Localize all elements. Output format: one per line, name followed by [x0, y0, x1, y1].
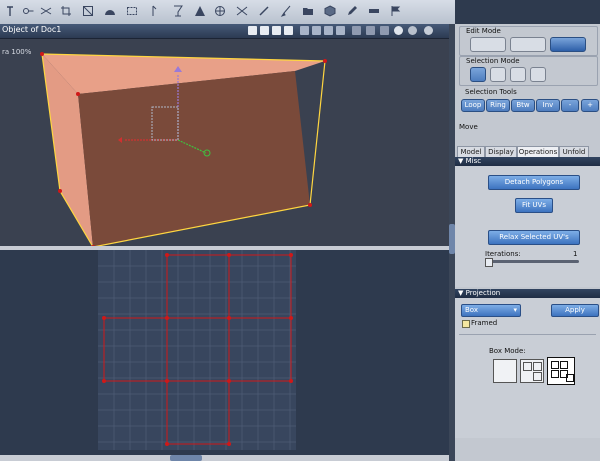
layout-quad-icon[interactable]: [284, 26, 293, 35]
goblet-icon[interactable]: [172, 5, 184, 17]
projection-section: Box ▾ Apply Framed Box Mode:: [455, 298, 600, 438]
shaded-icon[interactable]: [394, 26, 403, 35]
uv-edit-panel: Edit Mode Selection Mode Selection Tools…: [455, 24, 600, 461]
framed-checkbox[interactable]: [462, 320, 470, 328]
iterations-label: Iterations:: [485, 250, 521, 258]
projection-type-select[interactable]: Box ▾: [461, 304, 521, 317]
uv-canvas[interactable]: [0, 250, 449, 455]
point-select-icon[interactable]: [490, 67, 506, 82]
apply-button[interactable]: Apply: [551, 304, 599, 317]
misc-section-header[interactable]: ▼ Misc: [455, 157, 600, 166]
collapse-triangle-icon: ▼: [458, 157, 464, 165]
iterations-slider[interactable]: [485, 258, 579, 267]
viewport-title: Object of Doc1: [2, 25, 62, 34]
box-mode-grid-icon[interactable]: [547, 357, 575, 385]
scissors-icon[interactable]: [40, 5, 52, 17]
chevron-down-icon: ▾: [513, 306, 517, 314]
selection-mode-title: Selection Mode: [466, 57, 520, 65]
flag-icon[interactable]: [390, 5, 402, 17]
object-mode-icon[interactable]: [470, 37, 506, 52]
ruler-icon[interactable]: [368, 5, 380, 17]
mesh-mode-icon[interactable]: [550, 37, 586, 52]
relax-uvs-button[interactable]: Relax Selected UV's: [488, 230, 580, 245]
selection-icon[interactable]: [126, 5, 138, 17]
cube-icon[interactable]: [324, 5, 336, 17]
sphere-icon[interactable]: [408, 26, 417, 35]
selection-mode-group: Selection Mode: [459, 56, 598, 86]
invert-button[interactable]: Inv: [536, 99, 560, 112]
half-dome-icon[interactable]: [104, 5, 116, 17]
horizontal-scrollbar[interactable]: [0, 455, 449, 461]
key-icon[interactable]: [22, 5, 34, 17]
cone-icon[interactable]: [194, 5, 206, 17]
ring-button[interactable]: Ring: [486, 99, 510, 112]
detach-polygons-button[interactable]: Detach Polygons: [488, 175, 580, 190]
pencil-icon[interactable]: [346, 5, 358, 17]
edit-mode-group: Edit Mode: [459, 26, 598, 56]
loop-button[interactable]: Loop: [461, 99, 485, 112]
move-label: Move: [459, 123, 478, 131]
scroll-thumb[interactable]: [170, 455, 202, 461]
projection-title: Projection: [465, 289, 501, 297]
grow-button[interactable]: +: [581, 99, 599, 112]
box-mode-group: Box Mode:: [459, 334, 596, 435]
edge-select-icon[interactable]: [510, 67, 526, 82]
wire-icon[interactable]: [352, 26, 361, 35]
misc-section: Detach Polygons Fit UVs Relax Selected U…: [455, 166, 600, 287]
layout-triple-icon[interactable]: [272, 26, 281, 35]
iterations-value: 1: [573, 250, 578, 258]
box-mode-split-icon[interactable]: [520, 359, 544, 383]
collapse-triangle-icon: ▼: [458, 289, 464, 297]
folder-icon[interactable]: [302, 5, 314, 17]
projection-section-header[interactable]: ▼ Projection: [455, 289, 600, 298]
box-mode-label: Box Mode:: [489, 347, 526, 355]
framed-label: Framed: [471, 319, 498, 327]
box-icon[interactable]: [380, 26, 389, 35]
crop-icon[interactable]: [60, 5, 72, 17]
frame-icon[interactable]: [82, 5, 94, 17]
shrink-button[interactable]: -: [561, 99, 579, 112]
brush-icon[interactable]: [280, 5, 292, 17]
box-mode-single-icon[interactable]: [493, 359, 517, 383]
render-icon[interactable]: [424, 26, 433, 35]
light-icon[interactable]: [336, 26, 345, 35]
misc-title: Misc: [465, 157, 482, 165]
fit-uvs-button[interactable]: Fit UVs: [515, 198, 553, 213]
grid-icon[interactable]: [324, 26, 333, 35]
between-button[interactable]: Btw: [511, 99, 535, 112]
globe-icon[interactable]: [214, 5, 226, 17]
slider-handle[interactable]: [485, 258, 493, 267]
display-mode-icon[interactable]: [300, 26, 309, 35]
viewport-header: Object of Doc1: [0, 24, 455, 39]
projection-type-value: Box: [465, 306, 479, 314]
points-mode-icon[interactable]: [510, 37, 546, 52]
selection-tools-title: Selection Tools: [465, 88, 517, 96]
uv-view[interactable]: [0, 250, 449, 455]
layout-single-icon[interactable]: [248, 26, 257, 35]
3d-viewport[interactable]: ra 100%: [0, 39, 449, 246]
pinch-icon[interactable]: [236, 5, 248, 17]
camera-icon[interactable]: [312, 26, 321, 35]
text-icon[interactable]: [4, 5, 16, 17]
face-select-icon[interactable]: [530, 67, 546, 82]
box-object[interactable]: [0, 39, 449, 246]
arrow-select-icon[interactable]: [470, 67, 486, 82]
main-toolbar: [0, 0, 455, 25]
layout-split-icon[interactable]: [260, 26, 269, 35]
move-icon[interactable]: [150, 5, 162, 17]
edit-mode-title: Edit Mode: [466, 27, 501, 35]
dots-icon[interactable]: [366, 26, 375, 35]
wand-icon[interactable]: [258, 5, 270, 17]
